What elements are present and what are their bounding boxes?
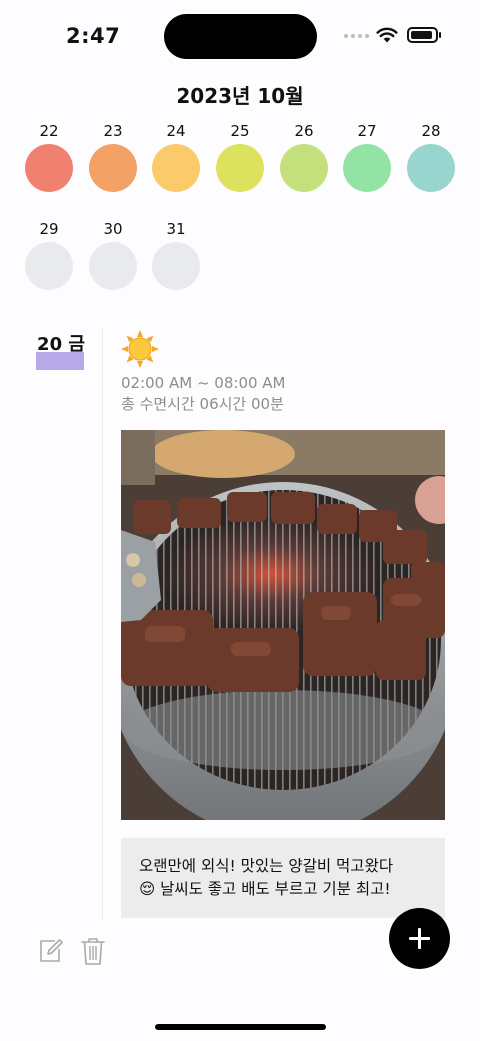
add-entry-button[interactable] (389, 908, 450, 969)
mood-dot (152, 144, 200, 192)
calendar-day-22[interactable]: 22 (24, 121, 74, 192)
day-number: 29 (39, 220, 59, 238)
mood-dot (152, 242, 200, 290)
status-time: 2:47 (66, 24, 121, 48)
mood-dot (25, 144, 73, 192)
day-number: 25 (230, 122, 250, 140)
day-number: 28 (421, 122, 441, 140)
mood-dot (89, 144, 137, 192)
status-bar: 2:47 (0, 0, 480, 72)
day-number: 31 (166, 220, 186, 238)
mood-dot (280, 144, 328, 192)
wifi-icon (376, 27, 398, 43)
cellular-signal-icon (344, 34, 369, 38)
calendar-day-30[interactable]: 30 (88, 219, 138, 290)
bbq-photo-image (121, 430, 445, 820)
calendar-day-23[interactable]: 23 (88, 121, 138, 192)
sleep-time-range: 02:00 AM ~ 08:00 AM (121, 374, 286, 392)
mood-dot (343, 144, 391, 192)
battery-icon (407, 27, 441, 43)
mood-dot (89, 242, 137, 290)
dynamic-island (164, 14, 317, 59)
day-number: 27 (357, 122, 377, 140)
calendar-day-25[interactable]: 25 (215, 121, 265, 192)
day-number: 23 (103, 122, 123, 140)
day-number: 22 (39, 122, 59, 140)
mood-dot (407, 144, 455, 192)
timeline-divider (102, 328, 103, 920)
sleep-total-duration: 총 수면시간 06시간 00분 (121, 395, 284, 413)
calendar-day-26[interactable]: 26 (279, 121, 329, 192)
mood-color-bar (36, 352, 84, 370)
calendar-day-28[interactable]: 28 (406, 121, 456, 192)
day-number: 24 (166, 122, 186, 140)
note-line-1: 오랜만에 외식! 맛있는 양갈비 먹고왔다 (139, 857, 394, 875)
calendar-day-29[interactable]: 29 (24, 219, 74, 290)
calendar-day-27[interactable]: 27 (342, 121, 392, 192)
sun-icon (121, 330, 159, 368)
month-title[interactable]: 2023년 10월 (0, 80, 480, 109)
day-number: 26 (294, 122, 314, 140)
calendar-day-24[interactable]: 24 (151, 121, 201, 192)
entry-photo[interactable] (121, 430, 445, 820)
trash-icon[interactable] (80, 936, 106, 966)
entry-note: 오랜만에 외식! 맛있는 양갈비 먹고왔다 😌 날씨도 좋고 배도 부르고 기분… (121, 838, 445, 918)
day-number: 30 (103, 220, 123, 238)
mood-dot (216, 144, 264, 192)
calendar-day-31[interactable]: 31 (151, 219, 201, 290)
edit-icon[interactable] (38, 938, 64, 964)
mood-dot (25, 242, 73, 290)
note-line-2: 😌 날씨도 좋고 배도 부르고 기분 최고! (139, 880, 391, 898)
home-indicator[interactable] (155, 1024, 326, 1030)
